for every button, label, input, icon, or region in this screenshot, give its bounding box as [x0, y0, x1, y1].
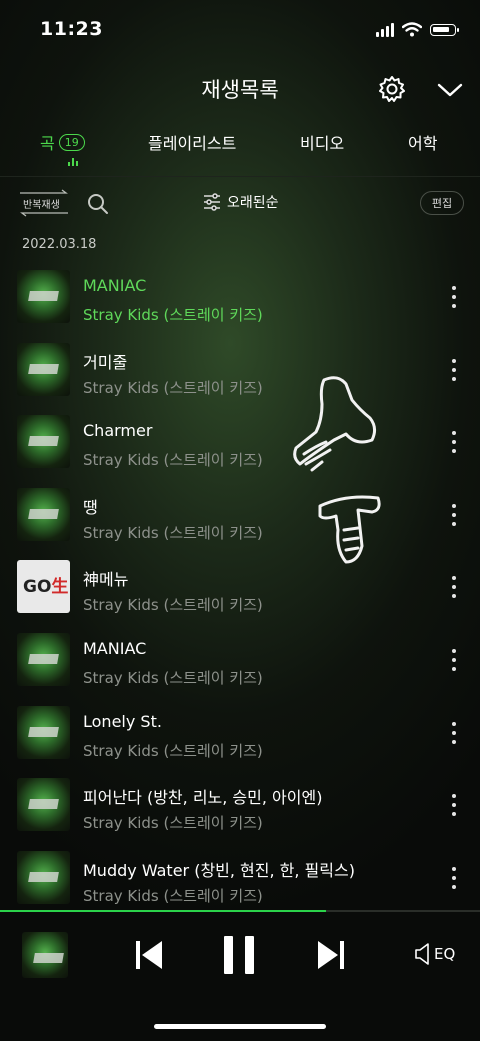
song-row[interactable]: GO生 神메뉴 Stray Kids (스트레이 키즈) — [0, 550, 480, 622]
song-row[interactable]: MANIAC Stray Kids (스트레이 키즈) — [0, 623, 480, 695]
tab-language[interactable]: 어학 — [408, 130, 437, 154]
album-art — [17, 415, 70, 469]
song-artist: Stray Kids (스트레이 키즈) — [83, 741, 263, 760]
skip-previous-icon[interactable] — [134, 938, 164, 972]
page-title: 재생목록 — [201, 78, 279, 102]
song-row[interactable]: Muddy Water (창빈, 현진, 한, 필릭스) Stray Kids (… — [0, 841, 480, 913]
song-artist: Stray Kids (스트레이 키즈) — [83, 378, 263, 397]
more-options-icon[interactable] — [444, 866, 464, 889]
song-title: Muddy Water (창빈, 현진, 한, 필릭스) — [83, 860, 355, 880]
more-options-icon[interactable] — [444, 721, 464, 744]
more-options-icon[interactable] — [444, 358, 464, 381]
search-icon[interactable] — [86, 192, 110, 216]
home-indicator — [154, 1024, 326, 1029]
song-title: 거미줄 — [83, 352, 128, 372]
album-art — [17, 705, 70, 759]
song-title: MANIAC — [83, 276, 147, 295]
status-time: 11:23 — [40, 18, 103, 40]
song-title: Charmer — [83, 421, 153, 441]
eq-label: EQ — [434, 945, 456, 963]
more-options-icon[interactable] — [444, 431, 464, 454]
chevron-down-icon[interactable] — [436, 78, 464, 102]
eq-button[interactable]: EQ — [414, 940, 462, 968]
gear-icon[interactable] — [376, 73, 408, 105]
song-artist: Stray Kids (스트레이 키즈) — [83, 451, 263, 470]
sort-button[interactable]: 오래된순 — [203, 192, 279, 212]
song-title: Lonely St. — [83, 711, 162, 731]
pause-icon[interactable] — [222, 934, 256, 976]
skip-next-icon[interactable] — [316, 938, 346, 972]
album-art — [17, 633, 70, 686]
edit-button[interactable]: 편집 — [420, 191, 464, 215]
song-row[interactable]: Charmer Stray Kids (스트레이 키즈) — [0, 405, 480, 477]
more-options-icon[interactable] — [444, 794, 464, 817]
song-artist: Stray Kids (스트레이 키즈) — [83, 596, 263, 615]
song-artist: Stray Kids (스트레이 키즈) — [83, 523, 263, 542]
tab-divider — [0, 176, 480, 177]
repeat-label: 반복재생 — [23, 200, 60, 211]
album-art — [17, 778, 70, 832]
album-art: GO生 — [17, 560, 70, 614]
wifi-icon — [402, 22, 422, 37]
more-options-icon[interactable] — [444, 649, 464, 671]
song-title: 땡 — [83, 497, 98, 517]
album-art — [17, 487, 70, 541]
song-row[interactable]: 피어난다 (방찬, 리노, 승민, 아이엔) Stray Kids (스트레이 키… — [0, 768, 480, 840]
album-art — [17, 342, 70, 396]
date-header: 2022.03.18 — [22, 237, 97, 252]
more-options-icon[interactable] — [444, 286, 464, 308]
album-art — [17, 850, 70, 904]
album-logo: GO生 — [23, 572, 68, 597]
song-row[interactable]: 땡 Stray Kids (스트레이 키즈) — [0, 478, 480, 550]
song-artist: Stray Kids (스트레이 키즈) — [83, 669, 263, 687]
speaker-icon — [415, 943, 429, 965]
song-title: 피어난다 (방찬, 리노, 승민, 아이엔) — [83, 788, 323, 808]
song-title: MANIAC — [83, 639, 147, 658]
song-row[interactable]: MANIAC Stray Kids (스트레이 키즈) — [0, 260, 480, 332]
song-artist: Stray Kids (스트레이 키즈) — [83, 814, 263, 833]
tab-songs[interactable]: 곡 19 — [40, 130, 85, 154]
now-playing-album-art[interactable] — [22, 932, 68, 978]
battery-icon — [430, 23, 459, 36]
album-art — [17, 270, 70, 323]
tab-playlist[interactable]: 플레이리스트 — [148, 130, 236, 154]
tab-songs-count: 19 — [58, 133, 85, 151]
sort-filter-icon — [204, 193, 220, 211]
song-artist: Stray Kids (스트레이 키즈) — [83, 306, 263, 324]
more-options-icon[interactable] — [444, 503, 464, 526]
tab-songs-label: 곡 — [40, 134, 55, 153]
now-playing-bars-icon — [68, 158, 78, 166]
album-logo-text: GO — [23, 577, 52, 598]
song-title: 神메뉴 — [83, 570, 129, 590]
handwritten-scribble — [293, 376, 381, 564]
status-icons — [376, 22, 459, 37]
more-options-icon[interactable] — [444, 576, 464, 599]
song-artist: Stray Kids (스트레이 키즈) — [83, 886, 263, 905]
tab-video[interactable]: 비디오 — [300, 130, 344, 154]
signal-icon — [376, 22, 394, 37]
progress-fill — [0, 910, 327, 912]
repeat-button[interactable]: 반복재생 — [16, 188, 72, 218]
song-row[interactable]: 거미줄 Stray Kids (스트레이 키즈) — [0, 333, 480, 405]
sort-label: 오래된순 — [227, 195, 279, 211]
song-row[interactable]: Lonely St. Stray Kids (스트레이 키즈) — [0, 696, 480, 768]
album-logo-accent: 生 — [51, 577, 69, 598]
